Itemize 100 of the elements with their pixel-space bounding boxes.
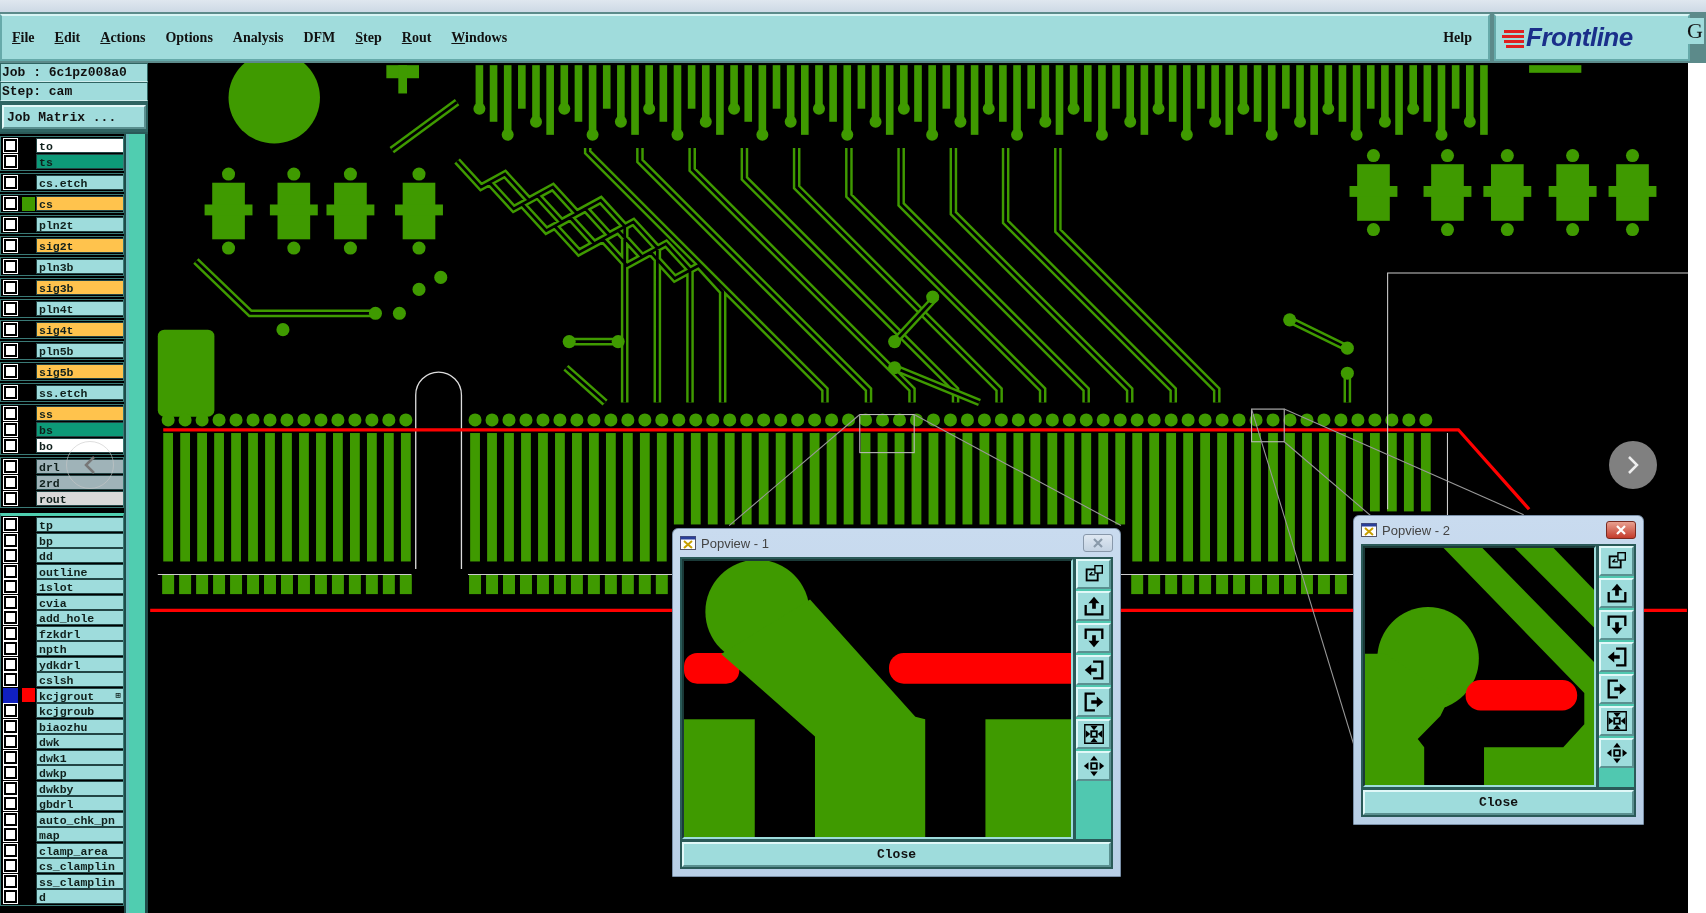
toolbar-button[interactable] [1599, 610, 1634, 640]
layer-checkbox[interactable] [4, 595, 17, 609]
layer-checkbox[interactable] [4, 323, 17, 336]
toolbar-button[interactable] [1599, 546, 1634, 576]
layer-checkbox[interactable] [4, 407, 17, 420]
layer-checkbox[interactable] [4, 197, 17, 210]
layer-checkbox[interactable] [4, 344, 17, 357]
layer-name[interactable]: to [36, 138, 123, 153]
menu-item[interactable]: File [12, 27, 35, 48]
layer-name[interactable]: bs [36, 422, 123, 437]
layer-name[interactable]: auto_chk_pn [36, 811, 123, 827]
layer-name[interactable]: pln4t [36, 301, 123, 316]
layer-name[interactable]: rout [36, 491, 123, 506]
layer-checkbox[interactable] [4, 611, 17, 624]
layer-checkbox[interactable] [4, 139, 17, 152]
layer-name[interactable]: clamp_area [36, 842, 123, 858]
layer-name[interactable]: biaozhu [36, 718, 123, 734]
toolbar-button[interactable] [1076, 751, 1111, 781]
layer-name[interactable]: bo [36, 438, 123, 453]
layer-checkbox[interactable] [4, 766, 17, 779]
menu-item[interactable]: Actions [100, 27, 146, 48]
layer-name[interactable]: gbdrl [36, 796, 123, 811]
layer-name[interactable]: sig4t [36, 322, 123, 337]
layer-checkbox[interactable] [4, 580, 17, 593]
close-button[interactable]: Close [1363, 790, 1634, 815]
toolbar-button[interactable] [1599, 706, 1634, 736]
menu-item[interactable]: Rout [401, 27, 432, 48]
layer-checkbox[interactable] [4, 890, 17, 903]
toolbar-button[interactable] [1599, 738, 1634, 768]
menu-item[interactable]: DFM [303, 27, 336, 48]
layer-name[interactable]: dwk [36, 734, 123, 749]
layer-name[interactable]: pln5b [36, 343, 123, 358]
layer-checkbox[interactable] [4, 859, 17, 872]
layer-name[interactable]: cs [36, 196, 123, 211]
layer-checkbox[interactable] [4, 735, 17, 748]
layer-checkbox[interactable] [4, 439, 17, 452]
layer-checkbox[interactable] [4, 719, 17, 733]
layer-checkbox[interactable] [4, 176, 17, 189]
layer-name[interactable]: 2rd [36, 475, 123, 490]
toolbar-button[interactable] [1599, 642, 1634, 672]
layer-name[interactable]: cs_clamplin [36, 858, 123, 873]
layer-name[interactable]: npth [36, 641, 123, 656]
layer-checkbox[interactable] [4, 549, 17, 562]
layer-checkbox[interactable] [4, 812, 17, 826]
layer-checkbox[interactable] [4, 626, 17, 640]
layer-checkbox[interactable] [4, 518, 17, 531]
layer-name[interactable]: drl [36, 459, 123, 474]
layer-name[interactable]: bp [36, 532, 123, 548]
layer-checkbox[interactable] [4, 874, 17, 888]
menu-item[interactable]: Analysis [232, 27, 284, 48]
layer-name[interactable]: pln3b [36, 259, 123, 274]
layer-name[interactable]: map [36, 827, 123, 842]
layer-checkbox[interactable] [4, 239, 17, 252]
layer-checkbox[interactable] [4, 750, 17, 764]
layer-name[interactable]: sig5b [36, 364, 123, 379]
layer-checkbox[interactable] [4, 781, 17, 795]
layer-name[interactable]: outline [36, 563, 123, 579]
layer-name[interactable]: 1slot [36, 579, 123, 594]
layer-name[interactable]: ss.etch [36, 385, 123, 400]
toolbar-button[interactable] [1076, 623, 1111, 653]
layer-name[interactable]: sig3b [36, 280, 123, 295]
layer-name[interactable]: dd [36, 548, 123, 563]
menu-item[interactable]: Windows [451, 27, 508, 48]
expand-icon[interactable]: ⊞ [115, 688, 121, 704]
layer-checkbox[interactable] [4, 843, 17, 857]
layer-name[interactable]: ss [36, 406, 123, 421]
layer-checkbox[interactable] [4, 365, 17, 378]
layer-checkbox[interactable] [4, 386, 17, 399]
layer-name[interactable]: dwk1 [36, 749, 123, 765]
layer-checkbox[interactable] [4, 460, 17, 473]
menu-item[interactable]: Options [165, 27, 213, 48]
layer-checkbox[interactable] [4, 828, 17, 841]
layer-checkbox[interactable] [4, 642, 17, 655]
layer-checkbox[interactable] [4, 533, 17, 547]
layer-checkbox[interactable] [4, 704, 17, 717]
layer-name[interactable]: sig2t [36, 238, 123, 253]
layer-checkbox[interactable] [4, 281, 17, 294]
toolbar-button[interactable] [1076, 655, 1111, 685]
layer-name[interactable]: ts [36, 154, 123, 169]
layer-name[interactable]: ss_clamplin [36, 873, 123, 889]
layer-checkbox[interactable] [4, 673, 17, 686]
layer-name[interactable]: add_hole [36, 610, 123, 625]
menu-item[interactable]: Edit [54, 27, 81, 48]
layer-checkbox[interactable] [4, 423, 17, 436]
layer-checkbox[interactable] [4, 155, 17, 168]
toolbar-button[interactable] [1076, 719, 1111, 749]
layer-name[interactable]: cslsh [36, 672, 123, 687]
layer-name[interactable]: pln2t [36, 217, 123, 232]
layer-name[interactable]: kcjgrout ⊞ [36, 687, 123, 703]
layer-name[interactable]: tp [36, 517, 123, 532]
toolbar-button[interactable] [1076, 591, 1111, 621]
help-menu[interactable]: Help [1443, 27, 1472, 48]
layer-name[interactable]: dwkp [36, 765, 123, 780]
toolbar-button[interactable] [1076, 559, 1111, 589]
layer-name[interactable]: ydkdrl [36, 656, 123, 672]
layer-checkbox[interactable] [4, 302, 17, 315]
layer-checkbox[interactable] [4, 260, 17, 273]
layer-name[interactable]: cs.etch [36, 175, 123, 190]
layer-checkbox[interactable] [4, 688, 17, 702]
toolbar-button[interactable] [1599, 674, 1634, 704]
